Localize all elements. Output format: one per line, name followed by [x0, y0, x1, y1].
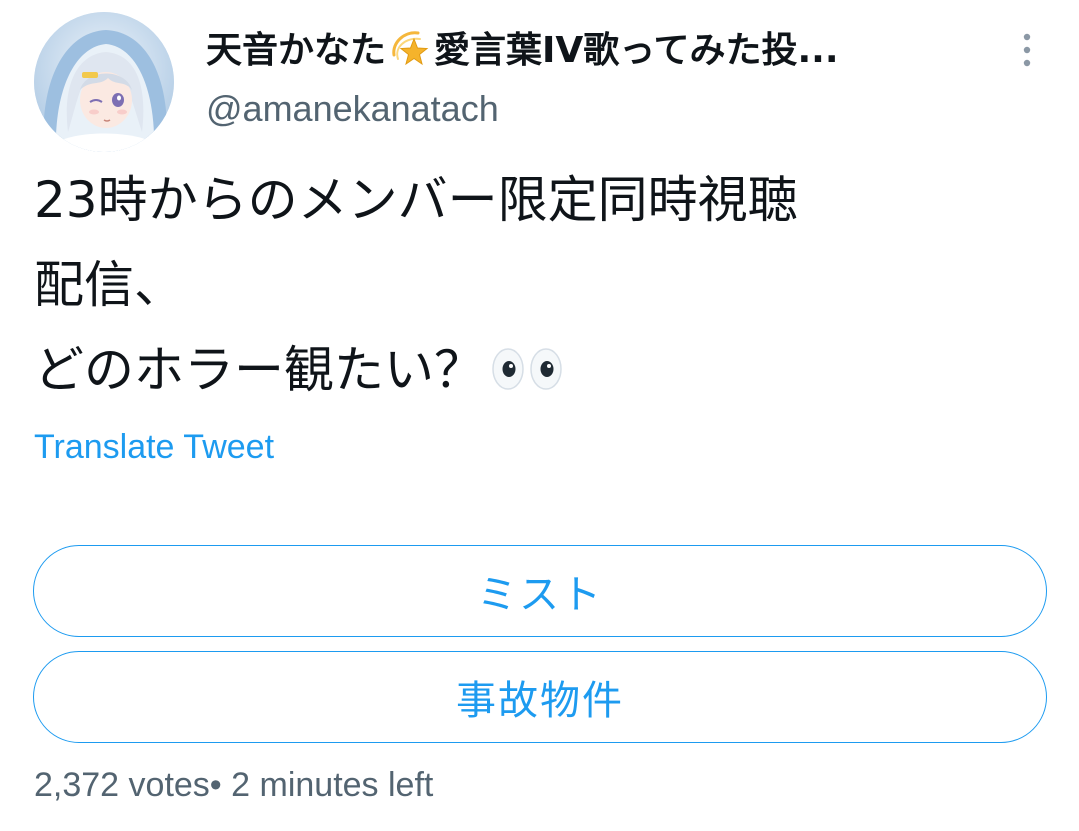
display-name-part1[interactable]: 天音かなた: [206, 21, 386, 73]
translate-tweet-link[interactable]: Translate Tweet: [34, 428, 274, 467]
vertical-ellipsis-icon[interactable]: [1014, 30, 1040, 70]
poll-option-2-label: 事故物件: [456, 678, 624, 724]
tweet-text-line-3-content: どのホラー観たい？: [34, 341, 484, 399]
eyes-icon: [492, 348, 562, 390]
display-name-row[interactable]: 天音かなた 愛言葉IV歌ってみた投...: [206, 22, 839, 72]
tweet-text-line-2: 配信、: [34, 256, 184, 314]
poll-time-left: 2 minutes left: [231, 766, 434, 804]
poll-option-2[interactable]: 事故物件: [33, 651, 1047, 743]
poll-meta: 2,372 votes• 2 minutes left: [34, 766, 433, 805]
display-name-part2[interactable]: 愛言葉IV歌ってみた投...: [434, 21, 838, 73]
tweet-text: 23時からのメンバー限定同時視聴 配信、 どのホラー観たい？: [34, 158, 1044, 413]
poll-option-1[interactable]: ミスト: [33, 545, 1047, 637]
avatar[interactable]: [34, 12, 174, 152]
poll-option-1-label: ミスト: [477, 572, 603, 618]
tweet-text-line-3: どのホラー観たい？: [34, 328, 1044, 413]
avatar-illustration: [34, 12, 174, 152]
poll-vote-count: 2,372 votes: [34, 766, 210, 804]
poll-meta-separator: •: [209, 766, 232, 804]
user-handle[interactable]: @amanekanatach: [206, 88, 499, 130]
dizzy-star-icon: [392, 31, 429, 66]
tweet-text-line-1: 23時からのメンバー限定同時視聴: [34, 171, 798, 229]
